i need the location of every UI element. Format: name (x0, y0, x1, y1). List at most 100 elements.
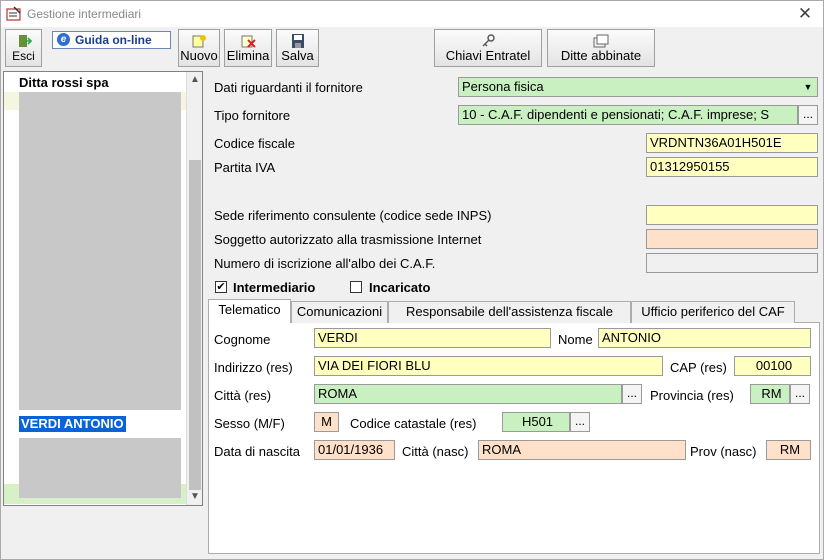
provincia-res-value: RM (761, 386, 782, 401)
browser-e-icon: e (57, 33, 70, 46)
data-nascita-value: 01/01/1936 (318, 442, 384, 457)
incaricato-label: Incaricato (369, 280, 431, 295)
scroll-up-icon[interactable]: ▲ (187, 72, 203, 88)
title-bar: Gestione intermediari ✕ (1, 1, 823, 27)
provincia-res-field[interactable]: RM (750, 384, 790, 404)
redacted-block (19, 438, 181, 498)
prov-nasc-label: Prov (nasc) (690, 444, 757, 459)
close-icon[interactable]: ✕ (795, 4, 815, 24)
cap-label: CAP (res) (670, 360, 727, 375)
checkmark-icon: ✔ (216, 281, 226, 293)
tipo-fornitore-field[interactable]: 10 - C.A.F. dipendenti e pensionati; C.A… (458, 105, 798, 125)
guida-online-button[interactable]: e Guida on-line (52, 31, 171, 49)
provincia-res-label: Provincia (res) (650, 388, 734, 403)
main-window: Gestione intermediari ✕ Esci e Guida on-… (0, 0, 824, 560)
incaricato-checkbox[interactable] (350, 281, 362, 293)
salva-label: Salva (281, 48, 314, 63)
partita-iva-label: Partita IVA (214, 160, 276, 175)
codice-catastale-label: Codice catastale (res) (350, 416, 477, 431)
exit-icon (18, 35, 32, 47)
citta-nasc-value: ROMA (482, 442, 521, 457)
intermediari-list[interactable]: Ditta rossi spa VERDI ANTONIO ▲ ▼ (3, 71, 203, 506)
tipo-fornitore-value: 10 - C.A.F. dipendenti e pensionati; C.A… (462, 107, 770, 122)
window-title: Gestione intermediari (27, 7, 142, 21)
data-nascita-label: Data di nascita (214, 444, 300, 459)
dati-fornitore-label: Dati riguardanti il fornitore (214, 80, 363, 95)
windows-icon (593, 34, 609, 48)
elimina-label: Elimina (226, 48, 270, 63)
tipo-fornitore-label: Tipo fornitore (214, 108, 291, 123)
dati-fornitore-select[interactable]: Persona fisica ▼ (458, 77, 818, 97)
sesso-field[interactable]: M (314, 412, 339, 432)
nome-label: Nome (558, 332, 593, 347)
app-form-icon (6, 6, 21, 21)
list-scrollbar[interactable]: ▲ ▼ (186, 72, 202, 505)
codice-catastale-browse-button[interactable]: ... (570, 412, 590, 432)
citta-nasc-label: Città (nasc) (402, 444, 469, 459)
nome-field[interactable]: ANTONIO (598, 328, 811, 348)
numero-albo-field[interactable] (646, 253, 818, 273)
cap-value: 00100 (755, 358, 793, 373)
tab-responsabile[interactable]: Responsabile dell'assistenza fiscale (388, 301, 631, 323)
indirizzo-value: VIA DEI FIORI BLU (318, 358, 431, 373)
guida-label: Guida on-line (75, 33, 152, 47)
sede-inps-label: Sede riferimento consulente (codice sede… (214, 208, 492, 223)
soggetto-autorizzato-label: Soggetto autorizzato alla trasmissione I… (214, 232, 482, 247)
citta-res-label: Città (res) (214, 388, 272, 403)
scroll-down-icon[interactable]: ▼ (187, 489, 203, 505)
citta-res-browse-button[interactable]: ... (622, 384, 642, 404)
elimina-button[interactable]: Elimina (224, 29, 272, 67)
sesso-label: Sesso (M/F) (214, 416, 285, 431)
delete-icon (241, 35, 256, 48)
esci-button[interactable]: Esci (5, 29, 42, 67)
chiavi-label: Chiavi Entratel (445, 48, 531, 63)
data-nascita-field[interactable]: 01/01/1936 (314, 440, 395, 460)
ditte-abbinate-button[interactable]: Ditte abbinate (547, 29, 655, 67)
prov-nasc-value: RM (779, 442, 801, 457)
selected-list-item[interactable]: VERDI ANTONIO (19, 416, 126, 432)
intermediario-checkbox[interactable]: ✔ (215, 281, 227, 293)
list-header[interactable]: Ditta rossi spa (19, 75, 109, 90)
provincia-res-browse-button[interactable]: ... (790, 384, 810, 404)
cap-field[interactable]: 00100 (734, 356, 811, 376)
partita-iva-value: 01312950155 (650, 159, 730, 174)
save-disk-icon (291, 34, 304, 48)
intermediario-label: Intermediario (233, 280, 316, 295)
citta-res-value: ROMA (318, 386, 357, 401)
key-icon (482, 34, 495, 47)
codice-catastale-field[interactable]: H501 (502, 412, 570, 432)
indirizzo-label: Indirizzo (res) (214, 360, 293, 375)
cognome-label: Cognome (214, 332, 271, 347)
soggetto-autorizzato-field[interactable] (646, 229, 818, 249)
cognome-value: VERDI (318, 330, 358, 345)
scroll-thumb[interactable] (189, 160, 201, 490)
sede-inps-field[interactable] (646, 205, 818, 225)
redacted-block (19, 92, 181, 410)
codice-fiscale-value: VRDNTN36A01H501E (650, 135, 782, 150)
tab-comunicazioni[interactable]: Comunicazioni (291, 301, 388, 323)
new-document-icon (192, 35, 206, 48)
codice-fiscale-field[interactable]: VRDNTN36A01H501E (646, 133, 818, 153)
indirizzo-field[interactable]: VIA DEI FIORI BLU (314, 356, 663, 376)
ditte-label: Ditte abbinate (560, 48, 642, 63)
chevron-down-icon[interactable]: ▼ (800, 79, 816, 95)
citta-nasc-field[interactable]: ROMA (478, 440, 686, 460)
tab-telematico[interactable]: Telematico (208, 299, 291, 323)
tipo-fornitore-browse-button[interactable]: ... (798, 105, 818, 125)
prov-nasc-field[interactable]: RM (766, 440, 811, 460)
sesso-value: M (321, 414, 332, 429)
nuovo-button[interactable]: Nuovo (178, 29, 220, 67)
nome-value: ANTONIO (602, 330, 661, 345)
cognome-field[interactable]: VERDI (314, 328, 551, 348)
partita-iva-field[interactable]: 01312950155 (646, 157, 818, 177)
esci-label: Esci (12, 49, 35, 63)
codice-fiscale-label: Codice fiscale (214, 136, 295, 151)
dati-fornitore-value: Persona fisica (462, 79, 544, 94)
nuovo-label: Nuovo (180, 48, 218, 63)
salva-button[interactable]: Salva (276, 29, 319, 67)
citta-res-field[interactable]: ROMA (314, 384, 622, 404)
codice-catastale-value: H501 (521, 414, 554, 429)
tab-ufficio-periferico[interactable]: Ufficio periferico del CAF (631, 301, 795, 323)
chiavi-entratel-button[interactable]: Chiavi Entratel (434, 29, 542, 67)
numero-albo-label: Numero di iscrizione all'albo dei C.A.F. (214, 256, 436, 271)
